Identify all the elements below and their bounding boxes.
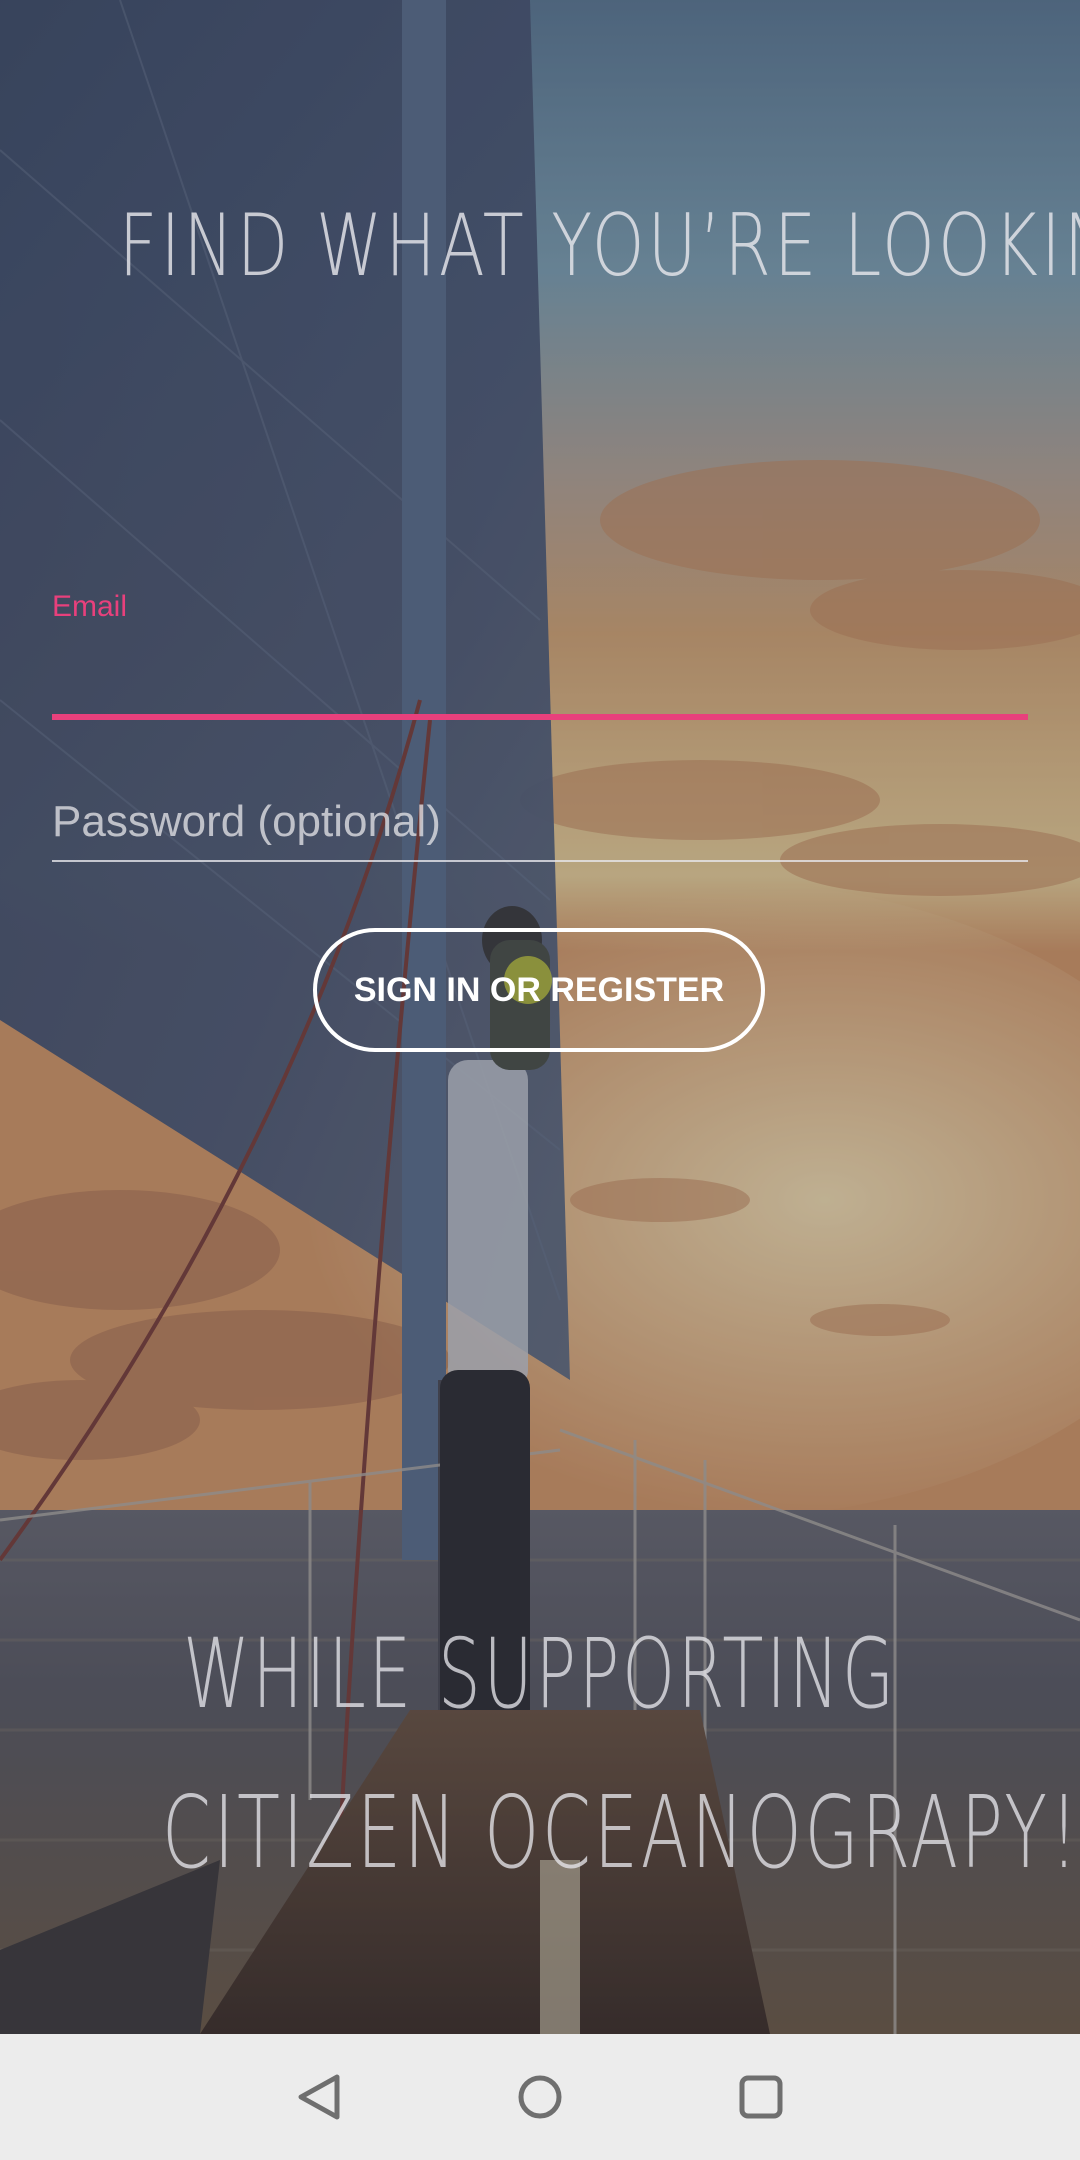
sign-in-or-register-button[interactable]: SIGN IN OR REGISTER xyxy=(313,928,765,1052)
login-screen: FIND WHAT YOU’RE LOOKING FOR Email SIGN … xyxy=(0,0,1080,2160)
home-circle-icon xyxy=(518,2075,562,2119)
email-underline xyxy=(52,714,1028,720)
back-triangle-icon xyxy=(298,2074,340,2120)
password-underline xyxy=(52,860,1028,862)
email-label: Email xyxy=(52,590,128,623)
password-field[interactable] xyxy=(52,790,1028,862)
nav-home-button[interactable] xyxy=(497,2054,583,2140)
system-navigation-bar xyxy=(0,2034,1080,2160)
recent-apps-square-icon xyxy=(739,2075,783,2119)
tagline-line-2: CITIZEN OCEANOGRAPY! xyxy=(162,1774,1080,1891)
tagline-line-1: WHILE SUPPORTING xyxy=(183,1618,897,1730)
headline: FIND WHAT YOU’RE LOOKING FOR xyxy=(118,196,1080,296)
nav-back-button[interactable] xyxy=(276,2054,362,2140)
nav-recent-apps-button[interactable] xyxy=(718,2054,804,2140)
email-field[interactable]: Email xyxy=(52,590,1028,722)
email-input[interactable] xyxy=(52,640,1028,700)
password-input[interactable] xyxy=(52,790,1028,854)
